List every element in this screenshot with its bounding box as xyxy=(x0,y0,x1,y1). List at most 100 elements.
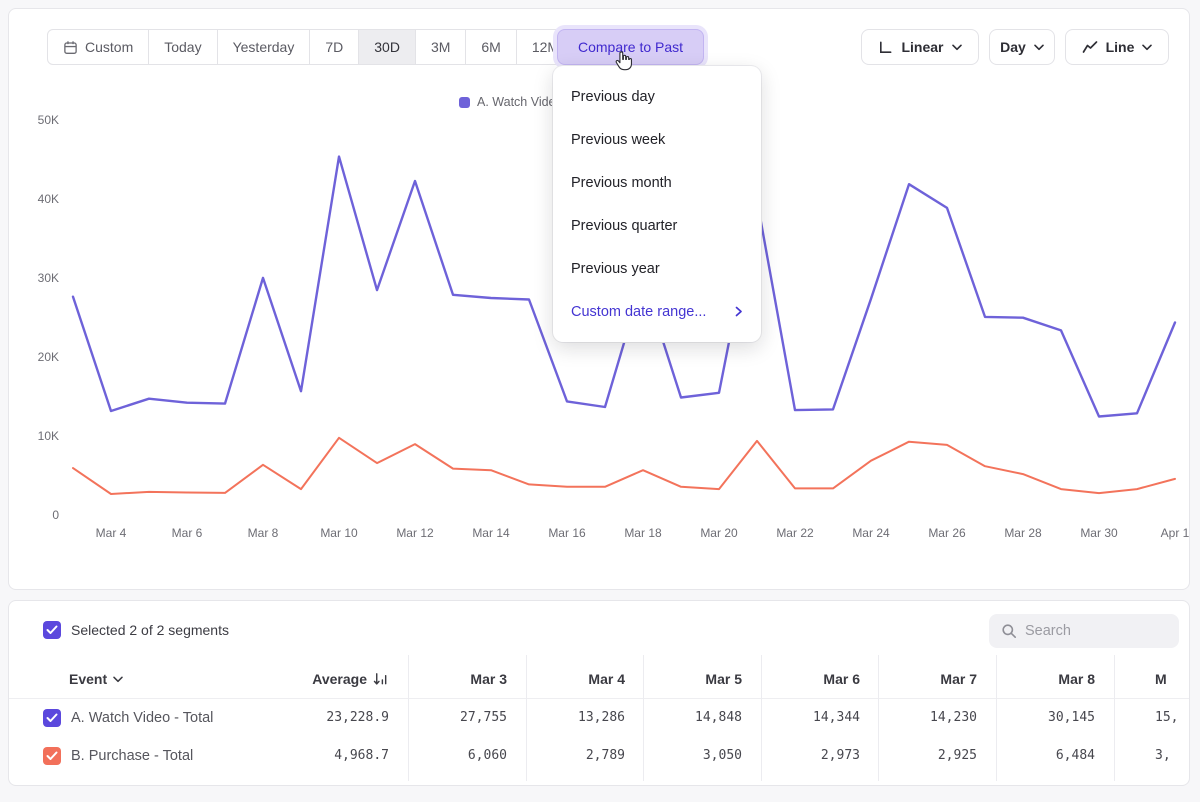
chart-type-label: Line xyxy=(1106,39,1135,55)
x-axis-tick-label: Mar 18 xyxy=(615,526,671,540)
row-checkbox-purchase[interactable] xyxy=(43,747,61,765)
menu-item-previous-week[interactable]: Previous week xyxy=(553,118,761,161)
x-axis-tick-label: Mar 30 xyxy=(1071,526,1127,540)
range-button-yesterday[interactable]: Yesterday xyxy=(217,29,311,65)
column-divider xyxy=(526,655,527,781)
x-axis-tick-label: Mar 22 xyxy=(767,526,823,540)
range-button-today[interactable]: Today xyxy=(148,29,217,65)
cell-clipped: 15, xyxy=(1155,699,1190,737)
cell-average: 4,968.7 xyxy=(289,737,389,775)
column-header-clipped: M xyxy=(1155,659,1190,699)
x-axis-tick-label: Mar 14 xyxy=(463,526,519,540)
column-header-mar6: Mar 6 xyxy=(760,659,860,699)
y-axis-tick-label: 0 xyxy=(23,508,59,522)
cell-mar8: 6,484 xyxy=(995,737,1095,775)
row-checkbox-watch-video[interactable] xyxy=(43,709,61,727)
legend-item-watch-video[interactable]: A. Watch Video xyxy=(459,95,562,109)
series-line-b xyxy=(73,438,1175,494)
compare-dropdown-menu: Previous day Previous week Previous mont… xyxy=(553,66,761,342)
y-axis-tick-label: 20K xyxy=(23,350,59,364)
cell-mar6: 14,344 xyxy=(760,699,860,737)
column-header-mar4: Mar 4 xyxy=(525,659,625,699)
range-button-label: Custom xyxy=(85,39,133,55)
column-header-average[interactable]: Average xyxy=(289,659,389,699)
linear-scale-icon xyxy=(878,40,893,55)
legend-swatch xyxy=(459,97,470,108)
search-box[interactable] xyxy=(989,614,1179,648)
x-axis-tick-label: Mar 26 xyxy=(919,526,975,540)
range-button-custom[interactable]: Custom xyxy=(47,29,149,65)
x-axis-tick-label: Mar 16 xyxy=(539,526,595,540)
column-header-event[interactable]: Event xyxy=(69,659,279,699)
x-axis-tick-label: Mar 24 xyxy=(843,526,899,540)
cell-mar5: 14,848 xyxy=(642,699,742,737)
chevron-down-icon xyxy=(1142,44,1152,51)
range-button-3m[interactable]: 3M xyxy=(415,29,466,65)
column-divider xyxy=(1114,655,1115,781)
y-axis-tick-label: 50K xyxy=(23,113,59,127)
cell-mar7: 2,925 xyxy=(877,737,977,775)
x-axis-tick-label: Mar 8 xyxy=(235,526,291,540)
cell-mar8: 30,145 xyxy=(995,699,1095,737)
check-icon xyxy=(46,713,58,723)
select-all-checkbox[interactable] xyxy=(43,621,61,639)
search-input[interactable] xyxy=(1025,623,1155,639)
range-button-30d[interactable]: 30D xyxy=(358,29,416,65)
x-axis-tick-label: Mar 28 xyxy=(995,526,1051,540)
column-header-mar5: Mar 5 xyxy=(642,659,742,699)
cell-mar6: 2,973 xyxy=(760,737,860,775)
compare-to-past-button[interactable]: Compare to Past xyxy=(557,29,704,65)
cell-mar3: 6,060 xyxy=(407,737,507,775)
column-divider xyxy=(408,655,409,781)
event-header-label: Event xyxy=(69,659,107,699)
column-header-mar3: Mar 3 xyxy=(407,659,507,699)
cell-mar7: 14,230 xyxy=(877,699,977,737)
chevron-right-icon xyxy=(735,306,743,317)
chevron-down-icon xyxy=(952,44,962,51)
cell-average: 23,228.9 xyxy=(289,699,389,737)
check-icon xyxy=(46,751,58,761)
menu-item-previous-month[interactable]: Previous month xyxy=(553,161,761,204)
cell-mar4: 13,286 xyxy=(525,699,625,737)
table-row: A. Watch Video - Total 23,228.9 27,755 1… xyxy=(9,699,1190,737)
scale-dropdown-button[interactable]: Linear xyxy=(861,29,979,65)
x-axis-tick-label: Mar 10 xyxy=(311,526,367,540)
menu-item-previous-day[interactable]: Previous day xyxy=(553,75,761,118)
column-header-mar8: Mar 8 xyxy=(995,659,1095,699)
column-divider xyxy=(996,655,997,781)
interval-dropdown-button[interactable]: Day xyxy=(989,29,1055,65)
x-axis-tick-label: Mar 12 xyxy=(387,526,443,540)
column-header-mar7: Mar 7 xyxy=(877,659,977,699)
segments-panel: Selected 2 of 2 segments Event Average M… xyxy=(8,600,1190,786)
x-axis-tick-label: Mar 4 xyxy=(83,526,139,540)
cell-mar3: 27,755 xyxy=(407,699,507,737)
x-axis-tick-label: Mar 20 xyxy=(691,526,747,540)
range-button-6m[interactable]: 6M xyxy=(465,29,516,65)
row-label: B. Purchase - Total xyxy=(71,737,193,775)
search-icon xyxy=(1001,623,1017,639)
x-axis-tick-label: Mar 6 xyxy=(159,526,215,540)
menu-item-previous-quarter[interactable]: Previous quarter xyxy=(553,204,761,247)
average-header-label: Average xyxy=(312,659,367,699)
menu-item-previous-year[interactable]: Previous year xyxy=(553,247,761,290)
x-axis-tick-label: Apr 1 xyxy=(1147,526,1200,540)
chart-type-dropdown-button[interactable]: Line xyxy=(1065,29,1169,65)
chevron-down-icon xyxy=(1034,44,1044,51)
line-chart-icon xyxy=(1082,40,1098,54)
custom-date-range-label: Custom date range... xyxy=(571,304,706,320)
column-divider xyxy=(643,655,644,781)
scale-label: Linear xyxy=(901,39,943,55)
y-axis-tick-label: 10K xyxy=(23,429,59,443)
sort-descending-icon xyxy=(372,671,389,687)
legend-label: A. Watch Video xyxy=(477,95,562,109)
range-button-7d[interactable]: 7D xyxy=(309,29,359,65)
menu-item-custom-date-range[interactable]: Custom date range... xyxy=(553,290,761,333)
segments-header: Selected 2 of 2 segments xyxy=(9,601,1189,651)
cell-clipped: 3, xyxy=(1155,737,1190,775)
column-divider xyxy=(761,655,762,781)
column-divider xyxy=(878,655,879,781)
y-axis-tick-label: 30K xyxy=(23,271,59,285)
selected-count-label: Selected 2 of 2 segments xyxy=(71,621,229,639)
check-icon xyxy=(46,625,58,635)
calendar-icon xyxy=(63,40,78,55)
